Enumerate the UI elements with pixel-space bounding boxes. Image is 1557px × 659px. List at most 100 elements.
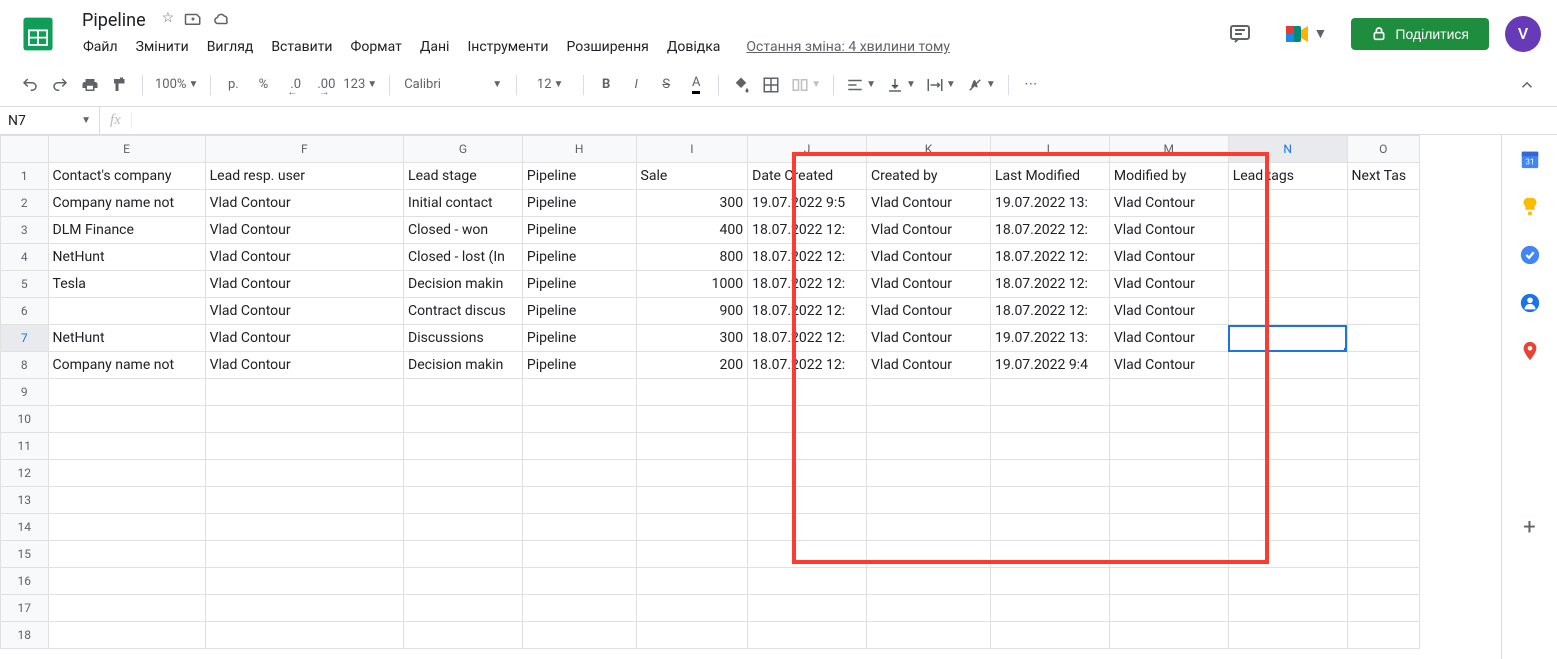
dec-increase-button[interactable]: .00→: [309, 71, 337, 99]
cell[interactable]: [748, 595, 867, 622]
cell[interactable]: [48, 298, 205, 325]
cell[interactable]: Vlad Contour: [205, 298, 403, 325]
cell[interactable]: [748, 568, 867, 595]
cell[interactable]: 18.07.2022 12:: [748, 271, 867, 298]
cell[interactable]: [867, 379, 991, 406]
cell[interactable]: Contact's company: [48, 163, 205, 190]
cell[interactable]: [1347, 541, 1419, 568]
cell[interactable]: [1347, 325, 1419, 352]
cell[interactable]: [1228, 487, 1347, 514]
strike-button[interactable]: S: [652, 71, 680, 99]
cell[interactable]: [636, 487, 748, 514]
cell[interactable]: 400: [636, 217, 748, 244]
cell[interactable]: 200: [636, 352, 748, 379]
cell[interactable]: [404, 379, 523, 406]
cell[interactable]: [867, 514, 991, 541]
cell[interactable]: Company name not: [48, 352, 205, 379]
cell[interactable]: [48, 514, 205, 541]
cell[interactable]: 19.07.2022 9:4: [991, 352, 1110, 379]
cell[interactable]: [1347, 406, 1419, 433]
cell[interactable]: Vlad Contour: [1109, 271, 1228, 298]
dec-decrease-button[interactable]: .0←: [279, 71, 307, 99]
row-header[interactable]: 9: [1, 379, 49, 406]
cell[interactable]: [748, 622, 867, 649]
cell[interactable]: DLM Finance: [48, 217, 205, 244]
cell[interactable]: [867, 487, 991, 514]
cell[interactable]: [404, 568, 523, 595]
cell[interactable]: 19.07.2022 9:5: [748, 190, 867, 217]
cell[interactable]: Created by: [867, 163, 991, 190]
cell[interactable]: Pipeline: [522, 298, 636, 325]
cell[interactable]: Vlad Contour: [1109, 325, 1228, 352]
italic-button[interactable]: I: [622, 71, 650, 99]
cell[interactable]: [748, 460, 867, 487]
menu-insert[interactable]: Вставити: [264, 35, 339, 59]
cell[interactable]: [748, 379, 867, 406]
cell[interactable]: [48, 541, 205, 568]
cell[interactable]: [636, 433, 748, 460]
cell[interactable]: [991, 379, 1110, 406]
cell[interactable]: Vlad Contour: [205, 352, 403, 379]
cell[interactable]: [1228, 325, 1347, 352]
cell[interactable]: Vlad Contour: [205, 217, 403, 244]
menu-edit[interactable]: Змінити: [129, 35, 196, 59]
cell[interactable]: [748, 406, 867, 433]
cell[interactable]: [1228, 595, 1347, 622]
text-color-button[interactable]: A: [682, 71, 710, 99]
cell[interactable]: [1109, 406, 1228, 433]
cell[interactable]: Vlad Contour: [205, 271, 403, 298]
contacts-icon[interactable]: [1518, 291, 1542, 315]
menu-help[interactable]: Довідка: [660, 35, 728, 59]
row-header[interactable]: 14: [1, 514, 49, 541]
cell[interactable]: 18.07.2022 12:: [748, 244, 867, 271]
formula-input[interactable]: [132, 113, 1557, 129]
cell[interactable]: [1347, 595, 1419, 622]
cell[interactable]: [1347, 352, 1419, 379]
cell[interactable]: [1109, 622, 1228, 649]
cell[interactable]: Tesla: [48, 271, 205, 298]
cell[interactable]: 18.07.2022 12:: [748, 298, 867, 325]
row-header[interactable]: 10: [1, 406, 49, 433]
cell[interactable]: 18.07.2022 12:: [748, 352, 867, 379]
cell[interactable]: 1000: [636, 271, 748, 298]
cell[interactable]: [404, 406, 523, 433]
col-header-K[interactable]: K: [867, 136, 991, 163]
cell[interactable]: Closed - lost (In: [404, 244, 523, 271]
cell[interactable]: [991, 622, 1110, 649]
cell[interactable]: [748, 433, 867, 460]
borders-button[interactable]: [757, 71, 785, 99]
percent-button[interactable]: %: [249, 71, 277, 99]
wrap-button[interactable]: ▼: [922, 71, 960, 99]
cell[interactable]: [867, 568, 991, 595]
move-icon[interactable]: [184, 10, 202, 32]
menu-tools[interactable]: Інструменти: [460, 35, 555, 59]
h-align-button[interactable]: ▼: [842, 71, 880, 99]
paint-format-button[interactable]: [106, 71, 134, 99]
cell[interactable]: Initial contact: [404, 190, 523, 217]
menu-view[interactable]: Вигляд: [200, 35, 261, 59]
cell[interactable]: Pipeline: [522, 352, 636, 379]
cell[interactable]: [748, 541, 867, 568]
font-size-select[interactable]: 12▼: [525, 71, 575, 99]
menu-extensions[interactable]: Розширення: [559, 35, 655, 59]
col-header-J[interactable]: J: [748, 136, 867, 163]
cell[interactable]: Pipeline: [522, 190, 636, 217]
star-icon[interactable]: ☆: [162, 10, 175, 32]
cell[interactable]: [991, 460, 1110, 487]
font-select[interactable]: Calibri▼: [398, 71, 508, 99]
cell[interactable]: [1347, 622, 1419, 649]
cell[interactable]: [991, 406, 1110, 433]
cell[interactable]: [1228, 379, 1347, 406]
cell[interactable]: [522, 514, 636, 541]
cell[interactable]: Vlad Contour: [867, 190, 991, 217]
cell[interactable]: [991, 595, 1110, 622]
cell[interactable]: 19.07.2022 13:: [991, 190, 1110, 217]
col-header-I[interactable]: I: [636, 136, 748, 163]
cell[interactable]: [205, 406, 403, 433]
cell[interactable]: [522, 568, 636, 595]
cell[interactable]: [1109, 433, 1228, 460]
add-panel-icon[interactable]: +: [1518, 515, 1542, 539]
cell[interactable]: [1109, 568, 1228, 595]
row-header[interactable]: 11: [1, 433, 49, 460]
cell[interactable]: Discussions: [404, 325, 523, 352]
